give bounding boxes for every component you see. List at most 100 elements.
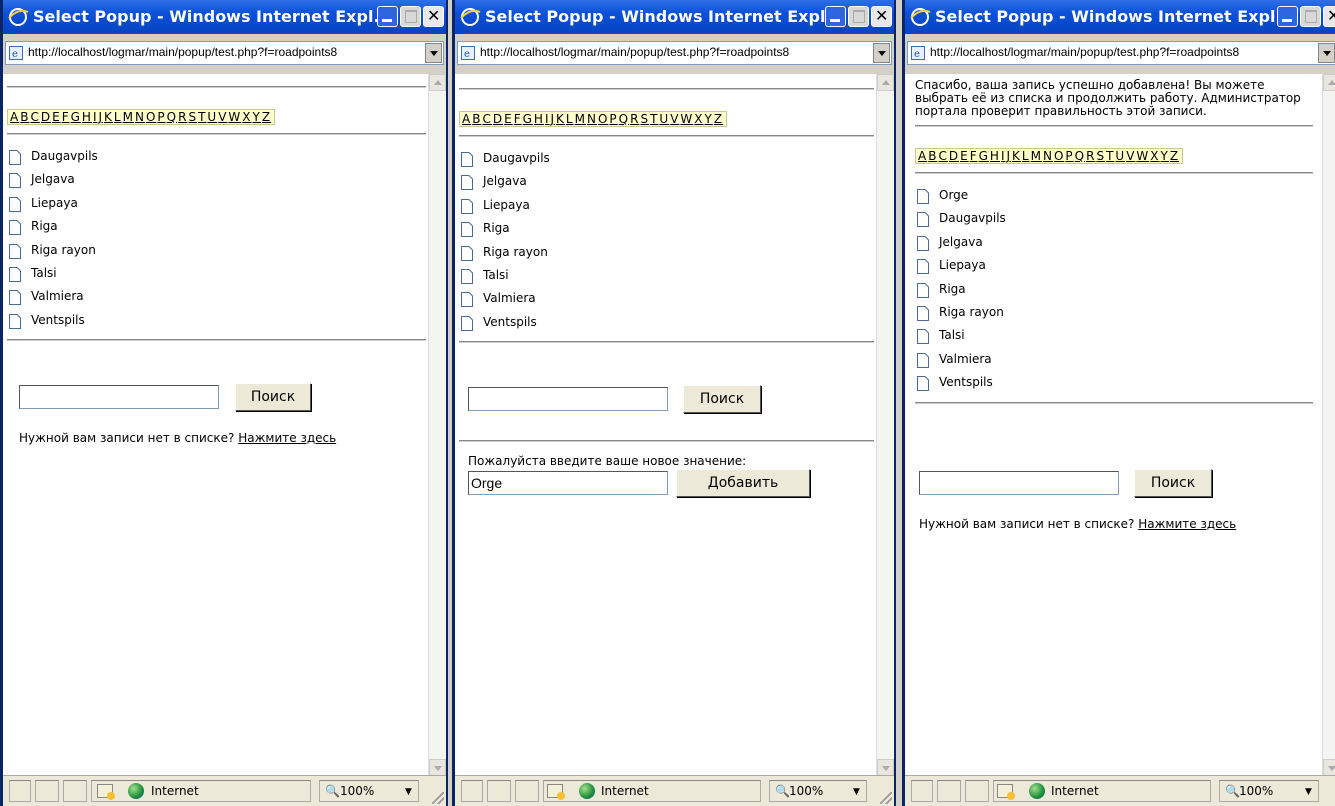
letter-link[interactable]: J [98, 110, 103, 124]
letter-link[interactable]: J [550, 112, 555, 126]
search-button[interactable]: Поиск [235, 383, 311, 411]
zoom-level[interactable]: 100% [340, 784, 374, 798]
letter-link[interactable]: N [135, 110, 145, 124]
letter-link[interactable]: G [523, 112, 533, 126]
letter-link[interactable]: S [640, 112, 649, 126]
list-item[interactable]: Riga [459, 219, 874, 242]
zoom-level[interactable]: 100% [789, 784, 823, 798]
letter-link[interactable]: K [104, 110, 113, 124]
click-here-link[interactable]: Нажмите здесь [238, 431, 336, 445]
letter-link[interactable]: T [198, 110, 206, 124]
letter-link[interactable]: K [1012, 149, 1021, 163]
address-field[interactable]: e http://localhost/logmar/main/popup/tes… [907, 41, 1335, 65]
letter-link[interactable]: Z [714, 112, 723, 126]
minimize-button[interactable] [377, 6, 398, 27]
vertical-scrollbar[interactable] [428, 74, 446, 776]
letter-link[interactable]: J [1006, 149, 1011, 163]
letter-link[interactable]: W [1136, 149, 1149, 163]
letter-link[interactable]: M [123, 110, 134, 124]
letter-link[interactable]: G [71, 110, 81, 124]
letter-link[interactable]: Y [253, 110, 261, 124]
title-bar[interactable]: Select Popup - Windows Internet Expl... … [455, 0, 894, 34]
list-item[interactable]: Riga [915, 280, 1313, 303]
letter-link[interactable]: R [178, 110, 187, 124]
click-here-link[interactable]: Нажмите здесь [1138, 517, 1236, 531]
letter-link[interactable]: B [20, 110, 29, 124]
letter-link[interactable]: X [1150, 149, 1159, 163]
letter-link[interactable]: Z [262, 110, 271, 124]
letter-link[interactable]: H [534, 112, 544, 126]
letter-link[interactable]: Y [1161, 149, 1169, 163]
letter-link[interactable]: F [62, 110, 70, 124]
letter-link[interactable]: V [670, 112, 679, 126]
list-item[interactable]: Jelgava [915, 233, 1313, 256]
letter-link[interactable]: D [949, 149, 959, 163]
letter-link[interactable]: Q [1075, 149, 1085, 163]
letter-link[interactable]: X [242, 110, 251, 124]
zoom-dropdown-icon[interactable]: ▼ [853, 787, 860, 797]
list-item[interactable]: Riga [7, 217, 426, 240]
list-item[interactable]: Talsi [915, 326, 1313, 349]
letter-link[interactable]: B [928, 149, 937, 163]
list-item[interactable]: Daugavpils [459, 149, 874, 172]
letter-link[interactable]: H [82, 110, 92, 124]
letter-link[interactable]: B [472, 112, 481, 126]
letter-link[interactable]: L [1022, 149, 1030, 163]
letter-link[interactable]: Q [619, 112, 629, 126]
letter-link[interactable]: I [1001, 149, 1006, 163]
resize-grip-icon[interactable] [880, 792, 892, 804]
letter-link[interactable]: S [1096, 149, 1105, 163]
minimize-button[interactable] [825, 6, 846, 27]
add-button[interactable]: Добавить [676, 469, 810, 497]
address-dropdown-button[interactable] [1318, 43, 1335, 63]
letter-link[interactable]: L [566, 112, 574, 126]
list-item[interactable]: Talsi [7, 264, 426, 287]
letter-link[interactable]: F [970, 149, 978, 163]
letter-link[interactable]: F [514, 112, 522, 126]
letter-link[interactable]: T [650, 112, 658, 126]
minimize-button[interactable] [1277, 6, 1298, 27]
letter-link[interactable]: Q [167, 110, 177, 124]
letter-link[interactable]: P [609, 112, 617, 126]
letter-link[interactable]: D [41, 110, 51, 124]
letter-link[interactable]: E [52, 110, 61, 124]
letter-link[interactable]: R [630, 112, 639, 126]
scroll-down-button[interactable] [877, 759, 894, 776]
letter-link[interactable]: W [680, 112, 693, 126]
address-field[interactable]: e http://localhost/logmar/main/popup/tes… [5, 41, 444, 65]
list-item[interactable]: Liepaya [7, 194, 426, 217]
list-item[interactable]: Orge [915, 186, 1313, 209]
close-button[interactable]: ✕ [1323, 6, 1335, 27]
letter-link[interactable]: R [1086, 149, 1095, 163]
vertical-scrollbar[interactable] [876, 74, 894, 776]
letter-link[interactable]: M [575, 112, 586, 126]
letter-link[interactable]: I [93, 110, 98, 124]
letter-link[interactable]: P [157, 110, 165, 124]
close-button[interactable]: ✕ [423, 6, 444, 27]
list-item[interactable]: Ventspils [915, 373, 1313, 396]
letter-link[interactable]: U [1115, 149, 1125, 163]
letter-link[interactable]: U [207, 110, 217, 124]
title-bar[interactable]: Select Popup - Windows Internet Expl... … [3, 0, 446, 34]
letter-link[interactable]: N [587, 112, 597, 126]
scroll-up-button[interactable] [1323, 74, 1335, 91]
maximize-button[interactable] [848, 6, 869, 27]
search-button[interactable]: Поиск [683, 385, 761, 413]
letter-link[interactable]: N [1043, 149, 1053, 163]
letter-link[interactable]: Y [705, 112, 713, 126]
list-item[interactable]: Jelgava [459, 172, 874, 195]
list-item[interactable]: Valmiera [459, 289, 874, 312]
search-input[interactable] [468, 387, 668, 411]
scroll-up-button[interactable] [429, 74, 446, 91]
letter-link[interactable]: S [188, 110, 197, 124]
search-button[interactable]: Поиск [1134, 469, 1212, 497]
zoom-dropdown-icon[interactable]: ▼ [405, 787, 412, 797]
letter-link[interactable]: C [30, 110, 39, 124]
list-item[interactable]: Riga rayon [459, 243, 874, 266]
letter-link[interactable]: O [146, 110, 156, 124]
list-item[interactable]: Liepaya [459, 196, 874, 219]
letter-link[interactable]: V [218, 110, 227, 124]
letter-link[interactable]: V [1126, 149, 1135, 163]
list-item[interactable]: Riga rayon [915, 303, 1313, 326]
maximize-button[interactable] [400, 6, 421, 27]
